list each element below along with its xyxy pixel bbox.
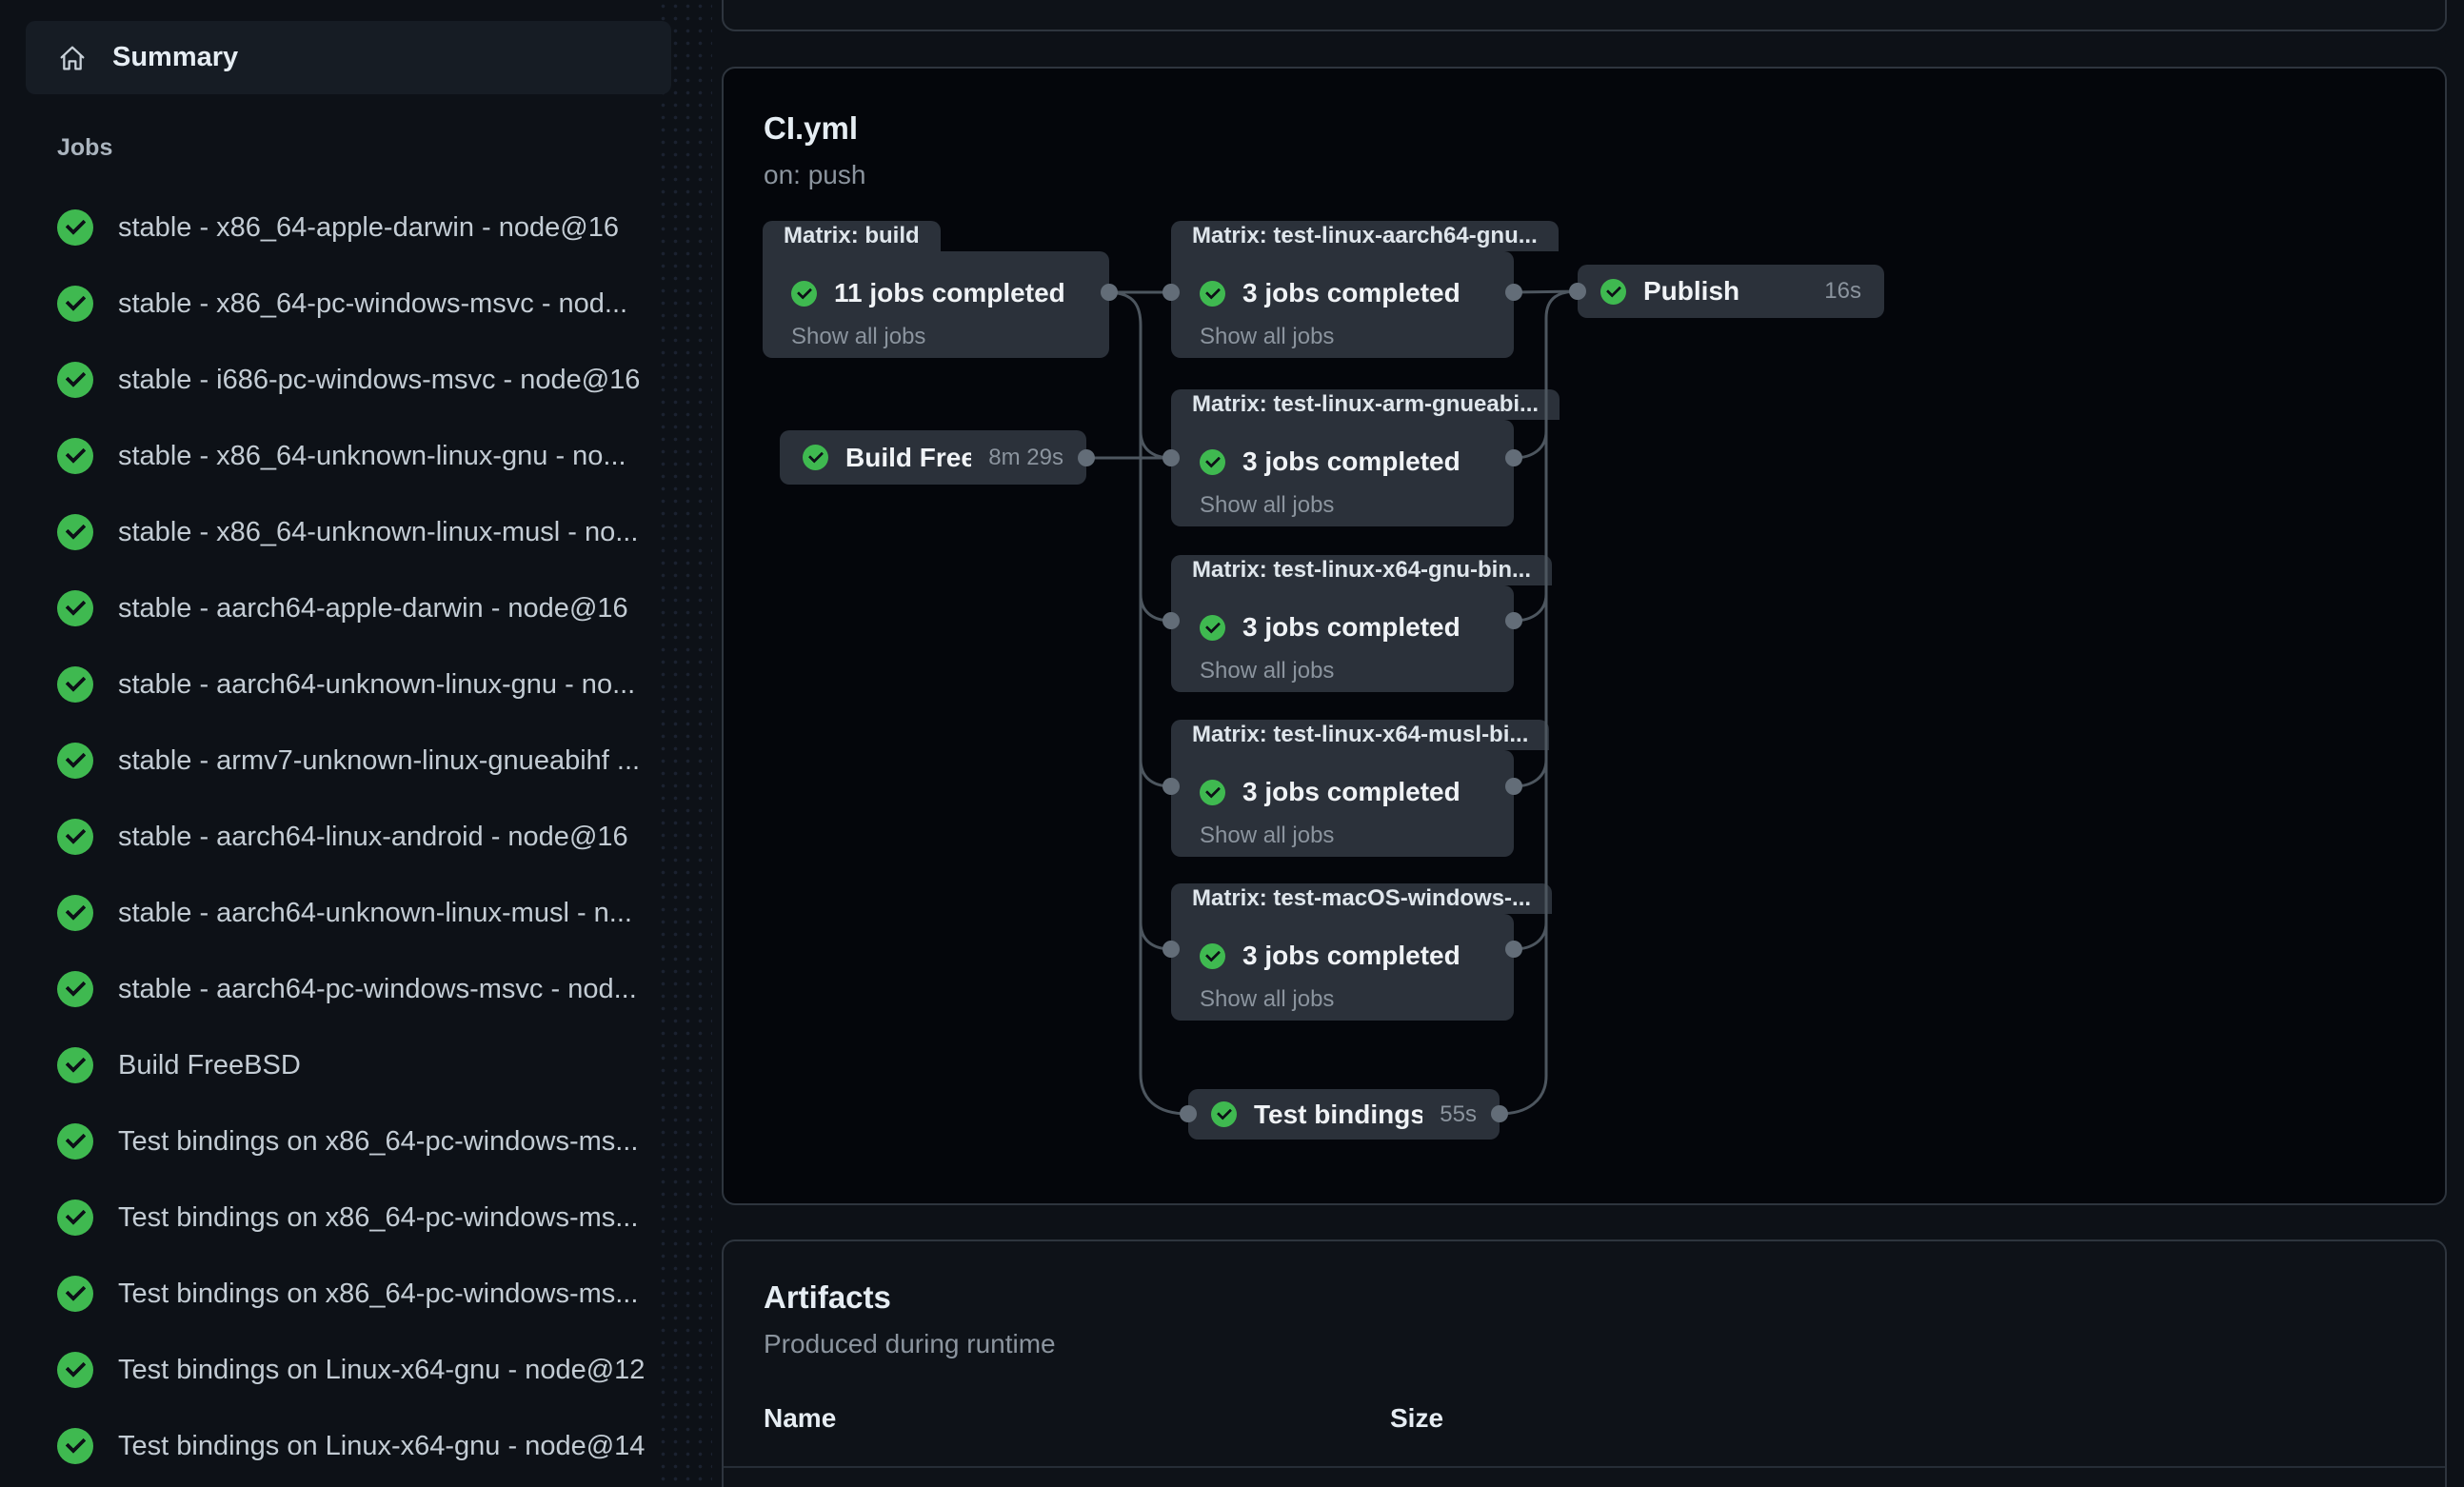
graph-node-test-bindings-aarch64[interactable]: Test bindings on aarch64... 55s bbox=[1188, 1089, 1500, 1140]
artifacts-column-size: Size bbox=[1390, 1403, 1443, 1434]
job-list-item[interactable]: stable - x86_64-unknown-linux-gnu - no..… bbox=[0, 418, 678, 494]
artifacts-title: Artifacts bbox=[764, 1279, 891, 1316]
node-status-text: 3 jobs completed bbox=[1242, 612, 1461, 643]
check-circle-success-icon bbox=[791, 281, 817, 307]
check-circle-success-icon bbox=[57, 514, 93, 550]
job-list-item[interactable]: Test bindings on Linux-x64-gnu - node@14 bbox=[0, 1408, 678, 1484]
show-all-jobs-link[interactable]: Show all jobs bbox=[1200, 658, 1485, 684]
check-circle-success-icon bbox=[1600, 279, 1626, 305]
job-list-item[interactable]: stable - x86_64-pc-windows-msvc - nod... bbox=[0, 266, 678, 342]
check-circle-success-icon bbox=[1200, 615, 1225, 641]
node-status-text: 11 jobs completed bbox=[834, 278, 1065, 308]
node-duration: 55s bbox=[1440, 1101, 1477, 1128]
matrix-node-label-tab: Matrix: test-linux-arm-gnueabi... bbox=[1171, 389, 1560, 420]
node-status-text: 3 jobs completed bbox=[1242, 446, 1461, 477]
check-circle-success-icon bbox=[57, 666, 93, 703]
matrix-node-label-tab: Matrix: build bbox=[763, 221, 941, 251]
matrix-node-label-tab: Matrix: test-linux-x64-gnu-bin... bbox=[1171, 555, 1552, 585]
check-circle-success-icon bbox=[1200, 449, 1225, 475]
node-duration: 8m 29s bbox=[988, 445, 1063, 471]
show-all-jobs-link[interactable]: Show all jobs bbox=[791, 324, 1081, 350]
job-list-item[interactable]: Test bindings on x86_64-pc-windows-ms... bbox=[0, 1256, 678, 1332]
job-list-item[interactable]: Test bindings on Linux-x64-gnu - node@12 bbox=[0, 1332, 678, 1408]
graph-node-build-freebsd[interactable]: Build FreeBSD 8m 29s bbox=[780, 430, 1086, 485]
node-status-text: 3 jobs completed bbox=[1242, 777, 1461, 807]
check-circle-success-icon bbox=[1211, 1101, 1237, 1127]
jobs-section-header: Jobs bbox=[57, 134, 112, 162]
previous-section-card bbox=[722, 0, 2447, 31]
check-circle-success-icon bbox=[57, 438, 93, 474]
job-list-item[interactable]: Test bindings on x86_64-pc-windows-ms... bbox=[0, 1103, 678, 1180]
show-all-jobs-link[interactable]: Show all jobs bbox=[1200, 823, 1485, 849]
show-all-jobs-link[interactable]: Show all jobs bbox=[1200, 986, 1485, 1013]
artifacts-table-header: Name Size bbox=[764, 1403, 2405, 1434]
job-list-item[interactable]: stable - aarch64-pc-windows-msvc - nod..… bbox=[0, 951, 678, 1027]
artifacts-header-divider bbox=[724, 1466, 2445, 1468]
check-circle-success-icon bbox=[57, 1428, 93, 1464]
job-list-item[interactable]: stable - x86_64-apple-darwin - node@16 bbox=[0, 189, 678, 266]
home-icon bbox=[57, 43, 88, 73]
check-circle-success-icon bbox=[57, 1200, 93, 1236]
check-circle-success-icon bbox=[57, 819, 93, 855]
show-all-jobs-link[interactable]: Show all jobs bbox=[1200, 324, 1485, 350]
job-list-item[interactable]: stable - aarch64-apple-darwin - node@16 bbox=[0, 570, 678, 646]
node-label: Publish bbox=[1643, 276, 1807, 307]
sidebar-item-summary[interactable]: Summary bbox=[26, 21, 671, 94]
check-circle-success-icon bbox=[57, 895, 93, 931]
workflow-graph-card: CI.yml on: push bbox=[722, 67, 2447, 1205]
matrix-node-label-tab: Matrix: test-linux-aarch64-gnu... bbox=[1171, 221, 1559, 251]
job-list-item[interactable]: Build FreeBSD bbox=[0, 1027, 678, 1103]
job-list-item[interactable]: stable - armv7-unknown-linux-gnueabihf .… bbox=[0, 723, 678, 799]
matrix-node-label-tab: Matrix: test-linux-x64-musl-bi... bbox=[1171, 720, 1549, 750]
node-status-text: 3 jobs completed bbox=[1242, 941, 1461, 971]
job-list-item[interactable]: stable - aarch64-unknown-linux-musl - n.… bbox=[0, 875, 678, 951]
check-circle-success-icon bbox=[57, 1047, 93, 1083]
check-circle-success-icon bbox=[57, 1352, 93, 1388]
job-list-item[interactable]: stable - aarch64-unknown-linux-gnu - no.… bbox=[0, 646, 678, 723]
job-list-item[interactable]: Test bindings on x86_64-pc-windows-ms... bbox=[0, 1180, 678, 1256]
check-circle-success-icon bbox=[1200, 780, 1225, 805]
sidebar-summary-label: Summary bbox=[112, 42, 238, 73]
check-circle-success-icon bbox=[1200, 281, 1225, 307]
graph-edges bbox=[724, 69, 2449, 1207]
job-list-item[interactable]: stable - x86_64-unknown-linux-musl - no.… bbox=[0, 494, 678, 570]
node-status-text: 3 jobs completed bbox=[1242, 278, 1461, 308]
check-circle-success-icon bbox=[57, 209, 93, 246]
check-circle-success-icon bbox=[57, 971, 93, 1007]
matrix-node-label-tab: Matrix: test-macOS-windows-... bbox=[1171, 883, 1552, 914]
node-label: Build FreeBSD bbox=[845, 443, 971, 473]
check-circle-success-icon bbox=[803, 445, 828, 470]
check-circle-success-icon bbox=[57, 286, 93, 322]
jobs-sidebar: Summary Jobs stable - x86_64-apple-darwi… bbox=[0, 0, 708, 1487]
show-all-jobs-link[interactable]: Show all jobs bbox=[1200, 492, 1485, 519]
check-circle-success-icon bbox=[57, 743, 93, 779]
artifacts-card: Artifacts Produced during runtime Name S… bbox=[722, 1239, 2447, 1487]
check-circle-success-icon bbox=[57, 1276, 93, 1312]
job-list-item[interactable]: stable - aarch64-linux-android - node@16 bbox=[0, 799, 678, 875]
node-label: Test bindings on aarch64... bbox=[1254, 1100, 1422, 1130]
artifacts-subtitle: Produced during runtime bbox=[764, 1329, 1056, 1359]
node-duration: 16s bbox=[1824, 278, 1861, 305]
check-circle-success-icon bbox=[57, 590, 93, 626]
check-circle-success-icon bbox=[1200, 943, 1225, 969]
artifacts-column-name: Name bbox=[764, 1403, 1390, 1434]
jobs-list: stable - x86_64-apple-darwin - node@16 s… bbox=[0, 189, 678, 1484]
graph-node-publish[interactable]: Publish 16s bbox=[1578, 265, 1884, 318]
job-list-item[interactable]: stable - i686-pc-windows-msvc - node@16 bbox=[0, 342, 678, 418]
check-circle-success-icon bbox=[57, 1123, 93, 1160]
check-circle-success-icon bbox=[57, 362, 93, 398]
workflow-graph: Matrix: build 11 jobs completed Show all… bbox=[724, 69, 2445, 1203]
